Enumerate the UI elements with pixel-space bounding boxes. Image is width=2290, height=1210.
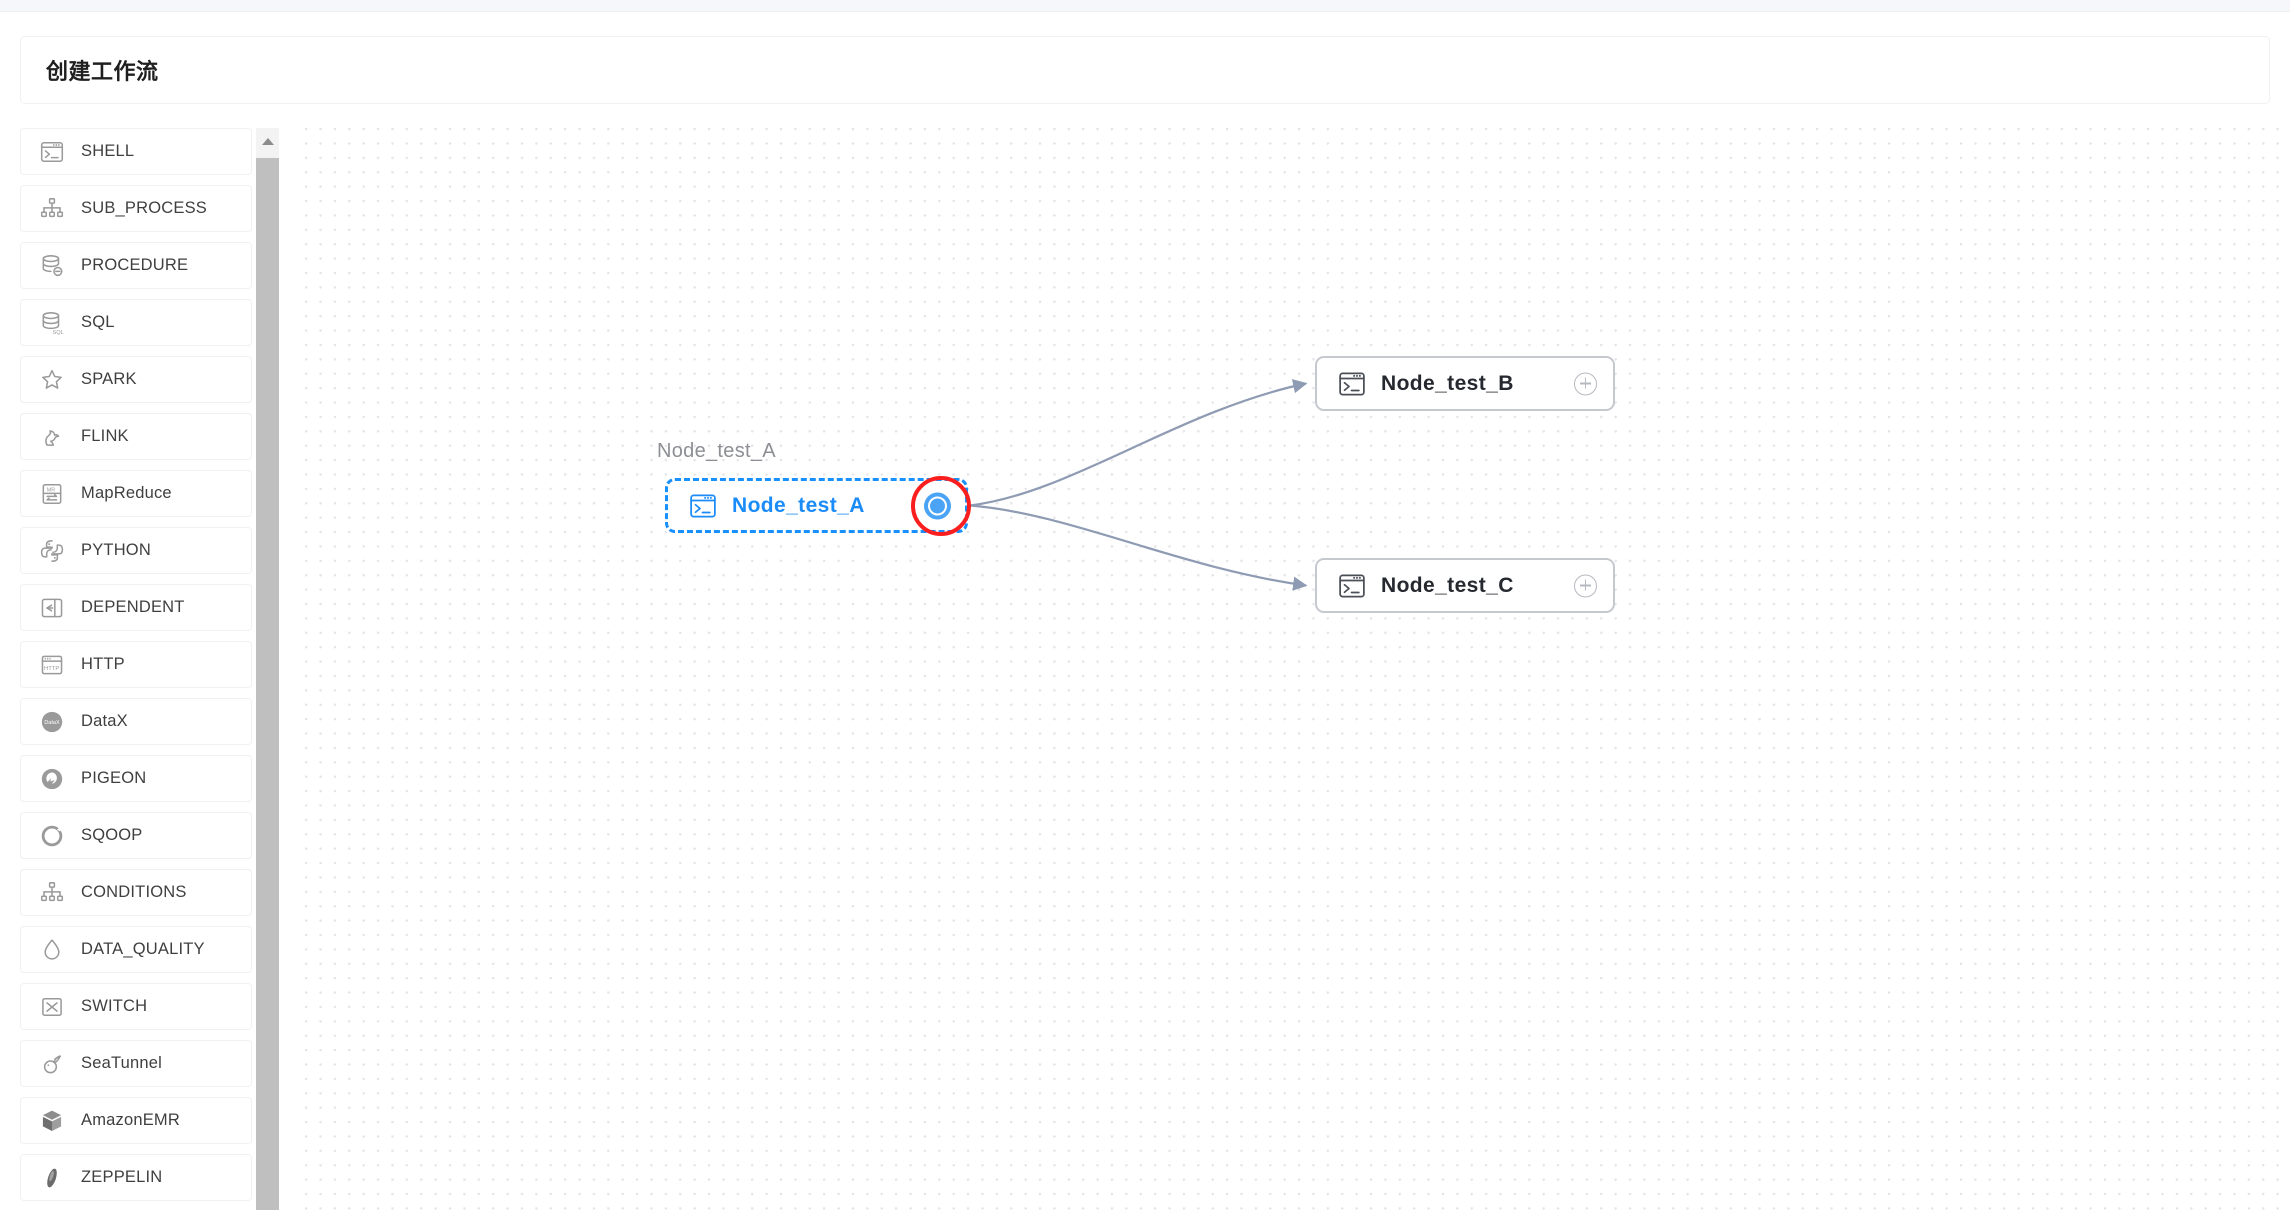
palette-item-label: FLINK (81, 427, 129, 445)
palette-item-label: ZEPPELIN (81, 1168, 163, 1186)
palette-item-amazonemr[interactable]: AmazonEMR (20, 1097, 252, 1144)
palette-item-procedure[interactable]: PROCEDURE (20, 242, 252, 289)
zeppelin-icon (39, 1165, 65, 1191)
workflow-node-node_test_b[interactable]: Node_test_B (1315, 356, 1615, 411)
svg-text:SQL: SQL (53, 329, 64, 335)
palette-item-data_quality[interactable]: DATA_QUALITY (20, 926, 252, 973)
svg-text:MR: MR (47, 487, 56, 493)
terminal-icon (1337, 571, 1367, 601)
palette-item-label: PIGEON (81, 769, 147, 787)
palette-item-pigeon[interactable]: PIGEON (20, 755, 252, 802)
palette-item-label: SUB_PROCESS (81, 199, 207, 217)
palette-item-http[interactable]: HTTP HTTP (20, 641, 252, 688)
workflow-edge[interactable] (969, 504, 1308, 591)
palette-item-flink[interactable]: FLINK (20, 413, 252, 460)
database-procedure-icon (39, 253, 65, 279)
sub-process-icon (39, 196, 65, 222)
workflow-node-label: Node_test_B (1381, 371, 1514, 395)
node-floating-label: Node_test_A (657, 440, 776, 462)
task-type-list: SHELL SUB_PROCESS PROCEDURE SQL SQL SPARK FLIN… (20, 128, 252, 1210)
palette-item-label: HTTP (81, 655, 125, 673)
palette-item-dependent[interactable]: DEPENDENT (20, 584, 252, 631)
database-sql-icon: SQL (39, 310, 65, 336)
palette-item-spark[interactable]: SPARK (20, 356, 252, 403)
terminal-icon (688, 491, 718, 521)
node-add-port-icon[interactable] (1572, 370, 1599, 397)
palette-item-label: SQOOP (81, 826, 143, 844)
top-strip (0, 0, 2290, 12)
palette-item-mapreduce[interactable]: MR MapReduce (20, 470, 252, 517)
water-drop-icon (39, 937, 65, 963)
palette-item-label: SeaTunnel (81, 1054, 162, 1072)
palette-item-label: PYTHON (81, 541, 151, 559)
spark-star-icon (39, 367, 65, 393)
datax-circle-icon: DataX (39, 709, 65, 735)
palette-item-shell[interactable]: SHELL (20, 128, 252, 175)
task-type-palette: SHELL SUB_PROCESS PROCEDURE SQL SQL SPARK FLIN… (20, 128, 280, 1210)
http-icon: HTTP (39, 652, 65, 678)
workflow-canvas[interactable]: Node_test_A Node_test_B Node_test_C Node_te… (305, 128, 2290, 1210)
mapreduce-icon: MR (39, 481, 65, 507)
node-add-port-icon[interactable] (1572, 572, 1599, 599)
page-title: 创建工作流 (46, 59, 159, 84)
svg-text:DataX: DataX (44, 720, 60, 726)
palette-item-sql[interactable]: SQL SQL (20, 299, 252, 346)
flink-squirrel-icon (39, 424, 65, 450)
page-header: 创建工作流 (20, 36, 2270, 104)
scroll-up-arrow-icon[interactable] (256, 128, 279, 155)
edge-layer (969, 379, 1308, 591)
palette-item-sqoop[interactable]: SQOOP (20, 812, 252, 859)
palette-item-label: CONDITIONS (81, 883, 187, 901)
terminal-icon (39, 139, 65, 165)
palette-item-label: MapReduce (81, 484, 172, 502)
palette-item-label: DEPENDENT (81, 598, 185, 616)
palette-item-label: DataX (81, 712, 128, 730)
switch-icon (39, 994, 65, 1020)
palette-item-conditions[interactable]: CONDITIONS (20, 869, 252, 916)
palette-item-seatunnel[interactable]: SeaTunnel (20, 1040, 252, 1087)
palette-item-label: SQL (81, 313, 115, 331)
palette-item-datax[interactable]: DataX DataX (20, 698, 252, 745)
workflow-edge[interactable] (969, 379, 1308, 507)
svg-text:HTTP: HTTP (44, 665, 59, 671)
palette-item-label: SPARK (81, 370, 137, 388)
python-icon (39, 538, 65, 564)
pigeon-icon (39, 766, 65, 792)
workflow-node-node_test_c[interactable]: Node_test_C (1315, 558, 1615, 613)
palette-item-label: AmazonEMR (81, 1111, 180, 1129)
palette-item-label: SHELL (81, 142, 135, 160)
seatunnel-icon (39, 1051, 65, 1077)
palette-scrollbar-thumb[interactable] (256, 158, 279, 1210)
workflow-node-label: Node_test_C (1381, 573, 1514, 597)
node-output-port-active[interactable] (924, 492, 951, 519)
terminal-icon (1337, 369, 1367, 399)
sqoop-circle-icon (39, 823, 65, 849)
workflow-node-label: Node_test_A (732, 493, 865, 517)
palette-item-python[interactable]: PYTHON (20, 527, 252, 574)
workflow-node-node_test_a[interactable]: Node_test_A (665, 478, 968, 533)
palette-item-label: PROCEDURE (81, 256, 189, 274)
workflow-editor-page: 创建工作流 SHELL SUB_PROCESS PROCEDURE SQL SQL SPA… (0, 0, 2290, 1210)
palette-item-switch[interactable]: SWITCH (20, 983, 252, 1030)
amazon-emr-icon (39, 1108, 65, 1134)
palette-item-zeppelin[interactable]: ZEPPELIN (20, 1154, 252, 1201)
palette-item-label: SWITCH (81, 997, 148, 1015)
dependent-arrow-icon (39, 595, 65, 621)
conditions-tree-icon (39, 880, 65, 906)
palette-item-label: DATA_QUALITY (81, 940, 205, 958)
palette-item-sub_process[interactable]: SUB_PROCESS (20, 185, 252, 232)
